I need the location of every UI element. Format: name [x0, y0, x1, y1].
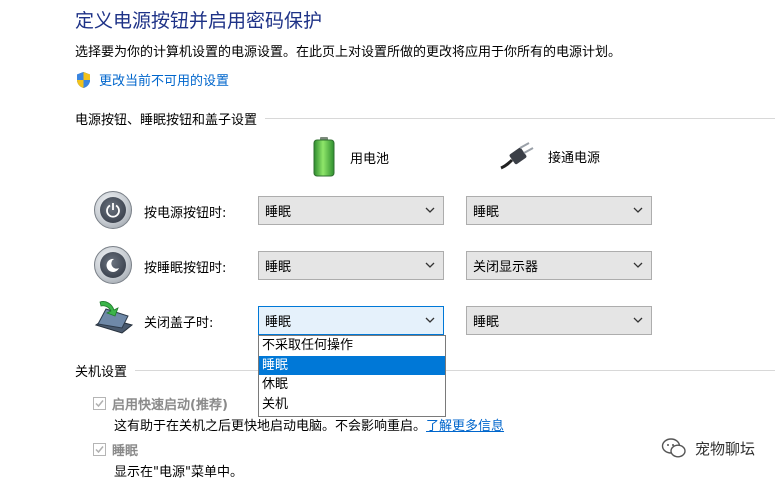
dropdown-option-sleep[interactable]: 睡眠: [259, 355, 445, 375]
sleep-checkbox-row[interactable]: 睡眠: [93, 440, 138, 459]
select-value: 睡眠: [473, 315, 500, 330]
dropdown-option-hibernate[interactable]: 休眠: [259, 375, 445, 395]
select-value: 睡眠: [265, 315, 292, 330]
sleep-button-icon: [94, 246, 132, 284]
dropdown-option-no-action[interactable]: 不采取任何操作: [259, 336, 445, 356]
power-button-label: 按电源按钮时:: [144, 206, 227, 221]
lid-close-label: 关闭盖子时:: [144, 316, 214, 331]
change-unavailable-settings-link[interactable]: 更改当前不可用的设置: [75, 70, 229, 89]
select-value: 睡眠: [473, 205, 500, 220]
sleep-button-label: 按睡眠按钮时:: [144, 261, 227, 276]
fast-startup-label: 启用快速启动(推荐): [112, 398, 228, 413]
fast-startup-checkbox[interactable]: [93, 397, 106, 410]
wechat-icon: [661, 438, 686, 458]
fast-startup-help: 这有助于在关机之后更快地启动电脑。不会影响重启。了解更多信息: [114, 415, 504, 434]
fast-startup-checkbox-row[interactable]: 启用快速启动(推荐): [93, 394, 228, 413]
sleep-checkbox[interactable]: [93, 443, 106, 456]
chevron-down-icon: [425, 262, 435, 268]
chevron-down-icon: [633, 317, 643, 323]
battery-icon: [313, 137, 335, 177]
page-title: 定义电源按钮并启用密码保护: [75, 10, 323, 32]
sleep-button-battery-select[interactable]: 睡眠: [258, 251, 444, 280]
plugged-column-header: 接通电源: [500, 142, 600, 170]
section-divider: [265, 118, 775, 119]
sleep-button-plugged-select[interactable]: 关闭显示器: [466, 251, 652, 280]
uac-shield-icon: [77, 71, 90, 88]
chevron-down-icon: [633, 207, 643, 213]
battery-column-label: 用电池: [350, 151, 390, 167]
watermark-text: 宠物聊坛: [694, 439, 755, 458]
section-header-buttons: 电源按钮、睡眠按钮和盖子设置: [75, 109, 775, 128]
chevron-down-icon: [633, 262, 643, 268]
section-buttons-label: 电源按钮、睡眠按钮和盖子设置: [75, 113, 258, 128]
laptop-lid-icon: [94, 301, 134, 334]
sleep-label: 睡眠: [112, 444, 139, 459]
lid-close-battery-select[interactable]: 睡眠: [258, 306, 444, 335]
section-divider: [135, 370, 775, 371]
lid-close-plugged-select[interactable]: 睡眠: [466, 306, 652, 335]
change-link-label: 更改当前不可用的设置: [99, 74, 230, 89]
watermark: 宠物聊坛: [661, 437, 755, 459]
power-button-plugged-select[interactable]: 睡眠: [466, 196, 652, 225]
learn-more-link[interactable]: 了解更多信息: [426, 419, 504, 434]
power-button-battery-select[interactable]: 睡眠: [258, 196, 444, 225]
select-value: 睡眠: [265, 205, 292, 220]
fast-startup-help-text: 这有助于在关机之后更快地启动电脑。不会影响重启。: [114, 419, 427, 434]
select-value: 关闭显示器: [473, 260, 539, 275]
plugged-column-label: 接通电源: [548, 150, 601, 166]
select-value: 睡眠: [265, 260, 292, 275]
section-shutdown-label: 关机设置: [75, 365, 128, 380]
lid-close-dropdown-list[interactable]: 不采取任何操作 睡眠 休眠 关机: [258, 335, 446, 417]
chevron-down-icon: [425, 317, 435, 323]
chevron-down-icon: [425, 207, 435, 213]
page-description: 选择要为你的计算机设置的电源设置。在此页上对设置所做的更改将应用于你所有的电源计…: [75, 45, 622, 60]
sleep-help: 显示在"电源"菜单中。: [114, 465, 243, 480]
dropdown-option-shutdown[interactable]: 关机: [259, 395, 445, 415]
power-plug-icon: [500, 142, 534, 170]
battery-column-header: 用电池: [312, 136, 389, 178]
power-button-icon: [94, 191, 132, 229]
